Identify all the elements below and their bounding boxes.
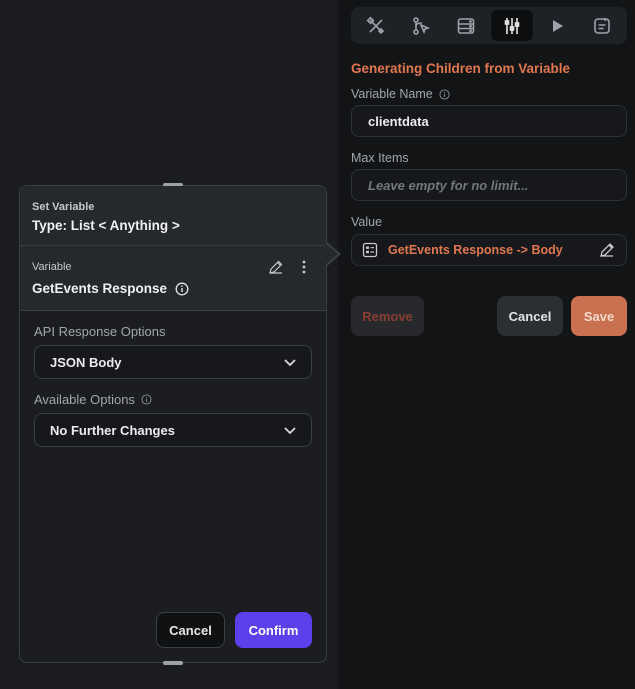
notes-icon	[594, 17, 610, 34]
tools-icon	[366, 16, 385, 34]
save-button[interactable]: Save	[571, 296, 627, 336]
api-response-value: JSON Body	[50, 354, 122, 370]
info-icon[interactable]	[175, 282, 189, 296]
variable-small-label: Variable	[32, 261, 72, 273]
play-icon	[552, 19, 563, 32]
database-icon	[458, 17, 475, 34]
more-vertical-icon[interactable]	[299, 259, 309, 275]
right-panel	[338, 0, 635, 689]
variable-block[interactable]: Variable GetEvents Response	[20, 246, 326, 311]
value-label: Value	[351, 215, 383, 229]
bottom-resize-handle[interactable]	[163, 661, 183, 665]
api-response-label: API Response Options	[34, 324, 166, 339]
card-header-action: Set Variable	[32, 201, 95, 213]
run-tab[interactable]	[536, 10, 578, 41]
available-options-value: No Further Changes	[50, 422, 175, 438]
max-items-input[interactable]: Leave empty for no limit...	[351, 169, 627, 201]
variable-name-label-text: Variable Name	[351, 87, 433, 101]
panel-toolbar	[351, 7, 627, 44]
available-options-select[interactable]: No Further Changes	[34, 413, 312, 447]
tools-tab[interactable]	[355, 10, 397, 41]
card-header-type: Type: List < Anything >	[32, 218, 180, 233]
set-variable-card: Set Variable Type: List < Anything > Var…	[19, 183, 341, 665]
available-options-label-text: Available Options	[34, 392, 135, 407]
max-items-label: Max Items	[351, 151, 409, 165]
card-cancel-button[interactable]: Cancel	[156, 612, 225, 648]
remove-button[interactable]: Remove	[351, 296, 424, 336]
chevron-down-icon	[284, 359, 296, 367]
variable-name-input[interactable]: clientdata	[351, 105, 627, 137]
variable-name-label: Variable Name	[351, 87, 450, 101]
edit-icon[interactable]	[268, 259, 284, 275]
variable-name-text: GetEvents Response	[32, 281, 168, 296]
database-tab[interactable]	[445, 10, 487, 41]
info-icon[interactable]	[141, 394, 152, 405]
logic-branch-icon	[413, 16, 431, 35]
card-header: Set Variable Type: List < Anything >	[20, 186, 326, 246]
chevron-down-icon	[284, 427, 296, 435]
available-options-label: Available Options	[34, 392, 152, 407]
info-icon[interactable]	[439, 88, 450, 100]
api-response-select[interactable]: JSON Body	[34, 345, 312, 379]
variable-name: GetEvents Response	[32, 281, 189, 296]
panel-cancel-button[interactable]: Cancel	[497, 296, 563, 336]
value-text: GetEvents Response -> Body	[388, 243, 563, 257]
properties-tab[interactable]	[490, 10, 533, 41]
confirm-button[interactable]: Confirm	[235, 612, 312, 648]
card-pointer-fill	[325, 243, 338, 265]
logic-tab[interactable]	[400, 10, 442, 41]
notes-tab[interactable]	[581, 10, 623, 41]
value-field[interactable]: GetEvents Response -> Body	[351, 234, 627, 266]
variable-icon	[362, 242, 378, 258]
panel-title: Generating Children from Variable	[351, 61, 571, 76]
settings-sliders-icon	[504, 17, 519, 34]
edit-icon[interactable]	[598, 241, 616, 259]
